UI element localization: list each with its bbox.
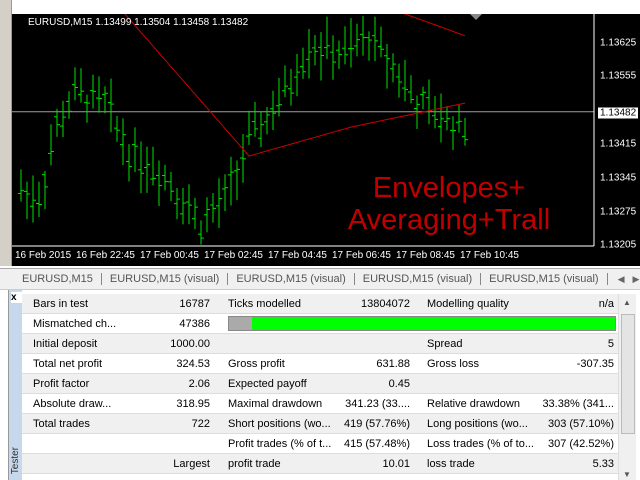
- time-label: 17 Feb 02:45: [204, 250, 263, 261]
- cell-value: 5: [607, 338, 614, 350]
- cell-value: 419 (57.76%): [343, 418, 410, 430]
- cell-label: Total net profit: [33, 358, 103, 370]
- price-label: 1.13625: [600, 37, 637, 49]
- time-label: 16 Feb 22:45: [76, 250, 135, 261]
- time-label: 17 Feb 10:45: [460, 250, 519, 261]
- cell-label: Spread: [427, 338, 463, 350]
- scroll-down-icon[interactable]: ▼: [623, 470, 631, 479]
- panel-title: Tester: [10, 446, 21, 474]
- cell-value: 1000.00: [170, 338, 210, 350]
- table-row: Profit trades (% of t... 415 (57.48%) Loss…: [22, 434, 618, 454]
- cell-label: Initial deposit: [33, 338, 98, 350]
- price-label: 1.13555: [600, 70, 637, 82]
- upper-envelope-line: [403, 14, 466, 37]
- overlay-line: Averaging+Trall: [347, 204, 551, 236]
- table-row: Profit factor 2.06 Expected payoff 0.45: [22, 374, 618, 394]
- table-row: Largest profit trade 10.01 loss trade 5.33: [22, 454, 618, 474]
- cell-label: Modelling quality: [427, 298, 509, 310]
- time-label: 17 Feb 00:45: [140, 250, 199, 261]
- cell-label: Profit trades (% of t...: [228, 438, 332, 450]
- cell-label: Profit factor: [33, 378, 90, 390]
- scrollbar[interactable]: ▲ ▼: [618, 294, 636, 480]
- overlay-line: Envelopes+: [372, 172, 526, 204]
- cell-label: Gross profit: [228, 358, 285, 370]
- tab-chart[interactable]: EURUSD,M15 (visual): [481, 273, 608, 285]
- cell-value: 307 (42.52%): [547, 438, 614, 450]
- tester-panel-strip: x Tester: [8, 290, 23, 480]
- tab-scroll-right-icon[interactable]: ▶: [633, 274, 640, 285]
- cell-label: loss trade: [427, 458, 475, 470]
- cell-value: Largest: [173, 458, 210, 470]
- cell-label: Absolute draw...: [33, 398, 112, 410]
- left-border: [0, 0, 12, 266]
- price-label: 1.13345: [600, 172, 637, 184]
- cell-label: Expected payoff: [228, 378, 307, 390]
- cell-label: Maximal drawdown: [228, 398, 323, 410]
- time-label: 17 Feb 04:45: [268, 250, 327, 261]
- table-row: Total net profit 324.53 Gross profit 631.88…: [22, 354, 618, 374]
- cell-label: Ticks modelled: [228, 298, 301, 310]
- cell-value: 13804072: [361, 298, 410, 310]
- cell-value: 33.38% (341...: [542, 398, 614, 410]
- table-row: Mismatched ch... 47386: [22, 314, 618, 334]
- cell-label: Long positions (wo...: [427, 418, 528, 430]
- tab-chart[interactable]: EURUSD,M15: [14, 273, 102, 285]
- cell-value: 303 (57.10%): [547, 418, 614, 430]
- cell-value: 341.23 (33....: [345, 398, 410, 410]
- cell-value: 318.95: [176, 398, 210, 410]
- cell-label: Short positions (wo...: [228, 418, 331, 430]
- table-row: Absolute draw... 318.95 Maximal drawdown 34…: [22, 394, 618, 414]
- overlay-advert: Envelopes+ Averaging+Trall: [334, 172, 564, 236]
- cell-value: 2.06: [188, 378, 210, 390]
- tab-scroll-left-icon[interactable]: ◀: [618, 274, 625, 285]
- tab-chart[interactable]: EURUSD,M15 (visual): [228, 273, 355, 285]
- tab-chart[interactable]: EURUSD,M15 (visual): [102, 273, 229, 285]
- current-price-label: 1.13482: [598, 107, 639, 119]
- cell-value: 324.53: [176, 358, 210, 370]
- modelling-quality-bar: [228, 316, 616, 331]
- cell-label: Gross loss: [427, 358, 479, 370]
- cell-label: profit trade: [228, 458, 281, 470]
- cell-value: 415 (57.48%): [343, 438, 410, 450]
- time-label: 17 Feb 06:45: [332, 250, 391, 261]
- price-label: 1.13205: [600, 239, 637, 251]
- table-row: Bars in test 16787 Ticks modelled 13804072 M…: [22, 294, 618, 314]
- price-label: 1.13415: [600, 138, 637, 150]
- cell-label: Mismatched ch...: [33, 318, 117, 330]
- symbol-info: EURUSD,M15 1.13499 1.13504 1.13458 1.134…: [28, 17, 249, 28]
- progress-gray: [229, 317, 253, 330]
- cell-value: 5.33: [592, 458, 614, 470]
- scroll-marker-icon: [470, 14, 482, 20]
- cell-value: 10.01: [382, 458, 410, 470]
- cell-label: Loss trades (% of to...: [427, 438, 534, 450]
- time-label: 17 Feb 08:45: [396, 250, 455, 261]
- report-table: Bars in test 16787 Ticks modelled 13804072 M…: [22, 294, 618, 474]
- chart-tabs: EURUSD,M15 EURUSD,M15 (visual) EURUSD,M1…: [0, 268, 640, 290]
- time-label: 16 Feb 2015: [15, 250, 72, 261]
- cell-value: -307.35: [576, 358, 614, 370]
- table-row: Initial deposit 1000.00 Spread 5: [22, 334, 618, 354]
- cell-value: 631.88: [376, 358, 410, 370]
- cell-label: Total trades: [33, 418, 90, 430]
- price-chart[interactable]: EURUSD,M15 1.13499 1.13504 1.13458 1.134…: [12, 14, 640, 266]
- cell-label: Relative drawdown: [427, 398, 520, 410]
- scroll-up-icon[interactable]: ▲: [623, 298, 631, 307]
- moving-average-line: [124, 14, 466, 157]
- cell-value: 47386: [179, 318, 210, 330]
- tab-chart[interactable]: EURUSD,M15 (visual): [355, 273, 482, 285]
- cell-value: 0.45: [388, 378, 410, 390]
- cell-value: n/a: [598, 298, 614, 310]
- cell-value: 16787: [179, 298, 210, 310]
- cell-value: 722: [191, 418, 210, 430]
- cell-label: Bars in test: [33, 298, 89, 310]
- table-row: Total trades 722 Short positions (wo... 419…: [22, 414, 618, 434]
- scroll-thumb[interactable]: [621, 314, 635, 434]
- price-label: 1.13275: [600, 206, 637, 218]
